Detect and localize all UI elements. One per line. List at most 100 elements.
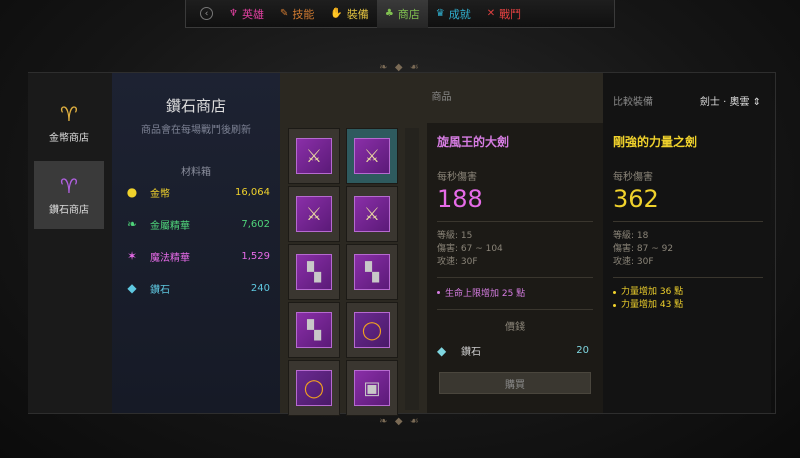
- sidebar-item-label: 鑽石商店: [49, 205, 89, 216]
- goods-header: 商品: [280, 73, 603, 123]
- material-name: 鑽石: [150, 284, 170, 296]
- shop-item-slot[interactable]: ▚: [346, 244, 398, 300]
- compare-panel: 比較裝備 劍士 · 奧雲 ⇕ 剛強的力量之劍 每秒傷害 362 等級: 18 傷…: [603, 73, 771, 413]
- compare-dps-value: 362: [613, 185, 659, 213]
- shop-item-slot[interactable]: ⚔: [346, 186, 398, 242]
- crossed-swords-icon: ✕: [486, 8, 496, 19]
- stat-attack-speed: 攻速: 30F: [437, 257, 478, 267]
- skill-book-icon: ✎: [279, 8, 289, 19]
- gold-coin-icon: ●: [126, 185, 138, 199]
- tab-trophy[interactable]: ♛ 成就: [428, 0, 479, 28]
- sidebar-item-label: 金幣商店: [49, 133, 89, 144]
- sidebar-item-gold-shop[interactable]: ♈ 金幣商店: [34, 89, 104, 157]
- tab-label: 技能: [292, 7, 315, 21]
- tab-equipment[interactable]: ✋ 裝備: [322, 0, 376, 28]
- item-detail-panel: 旋風王的大劍 每秒傷害 188 等級: 15 傷害: 67 ~ 104 攻速: …: [427, 123, 603, 413]
- compare-item-name: 剛強的力量之劍: [613, 135, 698, 149]
- tab-skill-book[interactable]: ✎ 技能: [272, 0, 322, 28]
- bullet-icon: [437, 291, 440, 294]
- character-selector[interactable]: 劍士 · 奧雲 ⇕: [700, 93, 761, 108]
- sword-icon: ⚔: [296, 138, 332, 174]
- material-row: ● 金幣 16,064: [124, 183, 270, 201]
- divider: [613, 221, 763, 222]
- material-value: 1,529: [241, 250, 270, 262]
- divider: [613, 277, 763, 278]
- materials-header: 材料箱: [181, 167, 211, 178]
- bullet-icon: [613, 304, 616, 307]
- buy-button[interactable]: 購買: [439, 372, 591, 394]
- tab-label: 戰鬥: [499, 7, 522, 21]
- diamond-bag-icon: ♈: [60, 174, 78, 198]
- magic-essence-icon: ✶: [126, 249, 138, 263]
- bonus-text: 生命上限增加 25 點: [445, 289, 526, 299]
- bullet-icon: [613, 291, 616, 294]
- compare-header: 比較裝備: [613, 97, 653, 108]
- equipment-icon: ✋: [330, 8, 343, 19]
- goods-scrollbar[interactable]: [405, 128, 419, 410]
- shop-subtitle: 商品會在每場戰鬥後刷新: [141, 125, 251, 136]
- material-row: ◆ 鑽石 240: [124, 279, 270, 297]
- price-currency: 鑽石: [461, 347, 481, 358]
- divider: [437, 221, 593, 222]
- shop-item-slot[interactable]: ▣: [346, 360, 398, 416]
- shop-item-slot[interactable]: ◯: [288, 360, 340, 416]
- shop-item-slot[interactable]: ▚: [288, 302, 340, 358]
- tab-shop-bag[interactable]: ♣ 商店: [376, 0, 428, 28]
- stat-level: 等級: 15: [437, 231, 473, 241]
- sidebar-item-diamond-shop[interactable]: ♈ 鑽石商店: [34, 161, 104, 229]
- material-name: 魔法精華: [150, 252, 190, 264]
- bonus-text: 力量增加 43 點: [621, 300, 684, 310]
- material-name: 金幣: [150, 188, 170, 200]
- tab-hero[interactable]: ♆ 英雄: [221, 0, 272, 28]
- ring-icon: ◯: [296, 370, 332, 406]
- compare-bonus-stat: 力量增加 36 點: [613, 286, 763, 299]
- compare-stat-level: 等級: 18: [613, 231, 649, 241]
- divider: [437, 277, 593, 278]
- shop-item-slot[interactable]: ◯: [346, 302, 398, 358]
- boots-icon: ▚: [296, 254, 332, 290]
- shop-info-panel: 鑽石商店 商品會在每場戰鬥後刷新 材料箱 ● 金幣 16,064 ❧ 金屬精華 7,602…: [112, 73, 280, 413]
- diamond-icon: ◆: [437, 343, 447, 358]
- ornament-top: ❧ ◆ ☙: [379, 62, 421, 73]
- shop-item-slot[interactable]: ⚔: [288, 186, 340, 242]
- tab-crossed-swords[interactable]: ✕ 戰鬥: [479, 0, 529, 28]
- material-value: 16,064: [235, 186, 270, 198]
- price-header: 價錢: [505, 322, 525, 333]
- tab-label: 裝備: [346, 7, 369, 21]
- top-nav-bar: ‹ ♆ 英雄 ✎ 技能 ✋ 裝備 ♣ 商店 ♛ 成就 ✕ 戰鬥: [185, 0, 615, 28]
- divider: [437, 309, 593, 310]
- dps-label: 每秒傷害: [437, 172, 477, 183]
- dps-value: 188: [437, 185, 483, 213]
- shop-sidebar: ♈ 金幣商店 ♈ 鑽石商店: [28, 73, 112, 413]
- sword-icon: ⚔: [354, 138, 390, 174]
- compare-bonus-stat: 力量增加 43 點: [613, 299, 763, 312]
- ornament-bottom: ❧ ◆ ☙: [379, 416, 421, 427]
- price-value: 20: [576, 345, 589, 356]
- tab-label: 成就: [448, 7, 471, 21]
- price-row: ◆ 鑽石 20: [437, 343, 593, 359]
- material-name: 金屬精華: [150, 220, 190, 232]
- tab-label: 商店: [397, 7, 420, 21]
- shop-item-slot[interactable]: ▚: [288, 244, 340, 300]
- back-arrow-icon[interactable]: ‹: [200, 7, 213, 20]
- armor-icon: ▣: [354, 370, 390, 406]
- ring-icon: ◯: [354, 312, 390, 348]
- material-row: ❧ 金屬精華 7,602: [124, 215, 270, 233]
- sword-icon: ⚔: [354, 196, 390, 232]
- shop-bag-icon: ♣: [384, 8, 394, 19]
- compare-stat-attack-speed: 攻速: 30F: [613, 257, 654, 267]
- bonus-stat: 生命上限增加 25 點: [437, 286, 593, 299]
- bonus-text: 力量增加 36 點: [621, 287, 684, 297]
- diamond-icon: ◆: [127, 281, 137, 295]
- shop-item-slot[interactable]: ⚔: [346, 128, 398, 184]
- gold-bag-icon: ♈: [60, 102, 78, 126]
- hero-icon: ♆: [229, 8, 238, 19]
- metal-essence-icon: ❧: [126, 217, 138, 231]
- material-row: ✶ 魔法精華 1,529: [124, 247, 270, 265]
- sword-icon: ⚔: [296, 196, 332, 232]
- shop-item-slot[interactable]: ⚔: [288, 128, 340, 184]
- trophy-icon: ♛: [435, 8, 445, 19]
- boots-icon: ▚: [296, 312, 332, 348]
- stat-damage: 傷害: 67 ~ 104: [437, 244, 503, 254]
- material-value: 240: [250, 282, 270, 294]
